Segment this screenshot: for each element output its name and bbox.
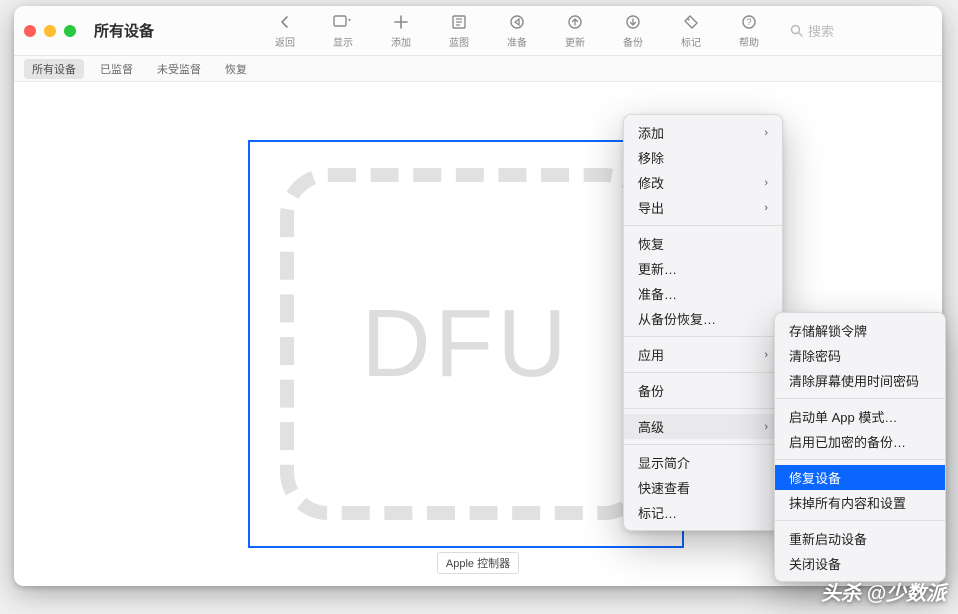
chevron-right-icon: › — [764, 421, 768, 433]
menu-remove[interactable]: 移除 — [624, 145, 782, 170]
menu-advanced[interactable]: 高级› — [624, 414, 782, 439]
toolbar-blueprint-button[interactable]: 蓝图 — [434, 10, 484, 52]
menu-get-info[interactable]: 显示简介 — [624, 450, 782, 475]
toolbar-backup-label: 备份 — [623, 34, 643, 49]
menu-separator — [624, 372, 782, 373]
toolbar-view-label: 显示 — [333, 34, 353, 49]
dfu-label: DFU — [361, 289, 570, 399]
scope-all-devices[interactable]: 所有设备 — [24, 59, 84, 79]
submenu-enable-encrypted-backup[interactable]: 启用已加密的备份… — [775, 429, 945, 454]
submenu-clear-screen-time-passcode[interactable]: 清除屏幕使用时间密码 — [775, 368, 945, 393]
menu-separator — [624, 225, 782, 226]
chevron-right-icon: › — [764, 202, 768, 214]
menu-restore-from-backup[interactable]: 从备份恢复… — [624, 306, 782, 331]
scope-bar: 所有设备 已监督 未受监督 恢复 — [14, 56, 942, 82]
menu-modify[interactable]: 修改› — [624, 170, 782, 195]
chevron-right-icon: › — [764, 177, 768, 189]
submenu-advanced: 存储解锁令牌 清除密码 清除屏幕使用时间密码 启动单 App 模式… 启用已加密… — [774, 312, 946, 582]
search-placeholder: 搜索 — [808, 21, 834, 40]
toolbar-help-button[interactable]: ? 帮助 — [724, 10, 774, 52]
menu-apply[interactable]: 应用› — [624, 342, 782, 367]
search-field[interactable]: 搜索 — [782, 18, 932, 44]
close-window-button[interactable] — [24, 25, 36, 37]
menu-backup[interactable]: 备份 — [624, 378, 782, 403]
traffic-lights — [24, 25, 76, 37]
scope-unsupervised[interactable]: 未受监督 — [149, 59, 209, 79]
svg-text:?: ? — [746, 17, 751, 27]
toolbar-prepare-label: 准备 — [507, 34, 527, 49]
chevron-left-icon — [278, 12, 292, 32]
toolbar-tag-label: 标记 — [681, 34, 701, 49]
submenu-shutdown-device[interactable]: 关闭设备 — [775, 551, 945, 576]
update-icon — [567, 12, 583, 32]
menu-export[interactable]: 导出› — [624, 195, 782, 220]
toolbar-back-label: 返回 — [275, 34, 295, 49]
submenu-clear-passcode[interactable]: 清除密码 — [775, 343, 945, 368]
blueprint-icon — [451, 12, 467, 32]
titlebar: 所有设备 返回 显示 添加 蓝图 — [14, 6, 942, 56]
menu-add[interactable]: 添加› — [624, 120, 782, 145]
menu-separator — [775, 459, 945, 460]
menu-separator — [624, 444, 782, 445]
toolbar-tag-button[interactable]: 标记 — [666, 10, 716, 52]
toolbar-blueprint-label: 蓝图 — [449, 34, 469, 49]
grid-view-icon — [333, 12, 353, 32]
menu-update[interactable]: 更新… — [624, 256, 782, 281]
submenu-start-single-app-mode[interactable]: 启动单 App 模式… — [775, 404, 945, 429]
zoom-window-button[interactable] — [64, 25, 76, 37]
toolbar-view-button[interactable]: 显示 — [318, 10, 368, 52]
watermark: 头杀 @少数派 — [821, 577, 946, 606]
submenu-erase-all-content-and-settings[interactable]: 抹掉所有内容和设置 — [775, 490, 945, 515]
menu-separator — [775, 520, 945, 521]
toolbar-update-label: 更新 — [565, 34, 585, 49]
submenu-revive-device[interactable]: 修复设备 — [775, 465, 945, 490]
prepare-icon — [509, 12, 525, 32]
scope-supervised[interactable]: 已监督 — [92, 59, 141, 79]
minimize-window-button[interactable] — [44, 25, 56, 37]
context-menu: 添加› 移除 修改› 导出› 恢复 更新… 准备… 从备份恢复… 应用› 备份 … — [623, 114, 783, 531]
help-icon: ? — [741, 12, 757, 32]
chevron-right-icon: › — [764, 127, 768, 139]
toolbar-backup-button[interactable]: 备份 — [608, 10, 658, 52]
menu-restore[interactable]: 恢复 — [624, 231, 782, 256]
menu-quick-look[interactable]: 快速查看 — [624, 475, 782, 500]
submenu-save-unlock-token[interactable]: 存储解锁令牌 — [775, 318, 945, 343]
plus-icon — [394, 12, 408, 32]
tag-icon — [683, 12, 699, 32]
chevron-right-icon: › — [764, 349, 768, 361]
menu-separator — [775, 398, 945, 399]
submenu-restart-device[interactable]: 重新启动设备 — [775, 526, 945, 551]
backup-icon — [625, 12, 641, 32]
menu-separator — [624, 408, 782, 409]
menu-prepare[interactable]: 准备… — [624, 281, 782, 306]
toolbar-add-label: 添加 — [391, 34, 411, 49]
toolbar-back-button[interactable]: 返回 — [260, 10, 310, 52]
toolbar-add-button[interactable]: 添加 — [376, 10, 426, 52]
window-title: 所有设备 — [94, 20, 154, 41]
menu-tags[interactable]: 标记… — [624, 500, 782, 525]
toolbar-update-button[interactable]: 更新 — [550, 10, 600, 52]
device-caption: Apple 控制器 — [437, 552, 519, 574]
toolbar-help-label: 帮助 — [739, 34, 759, 49]
menu-separator — [624, 336, 782, 337]
dfu-placeholder: DFU — [280, 168, 652, 520]
device-tile[interactable]: DFU — [248, 140, 684, 548]
search-icon — [790, 24, 803, 37]
scope-recovery[interactable]: 恢复 — [217, 59, 255, 79]
app-window: 所有设备 返回 显示 添加 蓝图 — [14, 6, 942, 586]
toolbar-prepare-button[interactable]: 准备 — [492, 10, 542, 52]
